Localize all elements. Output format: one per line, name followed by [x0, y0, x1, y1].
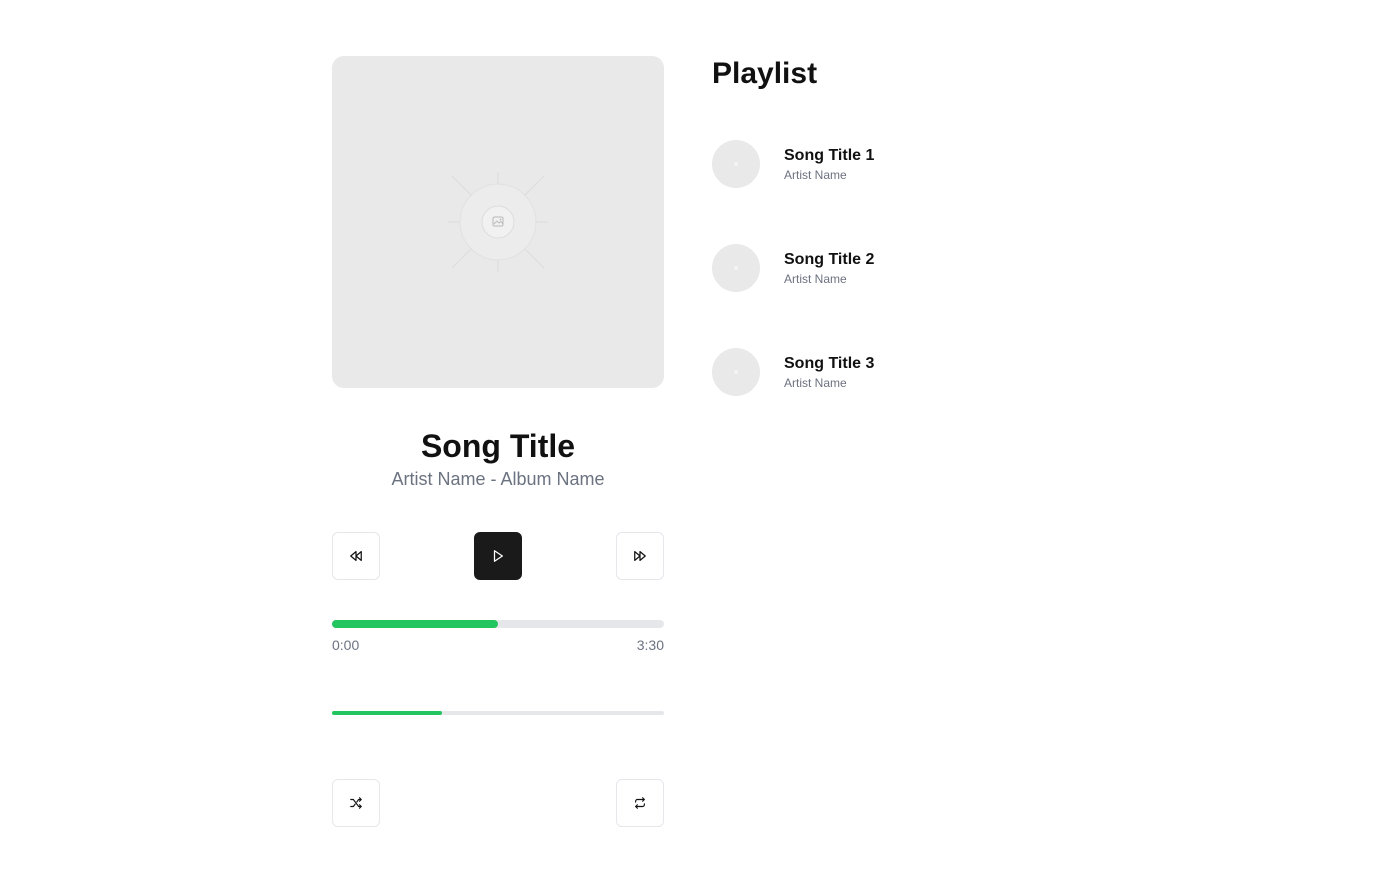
time-labels: 0:00 3:30: [332, 637, 664, 653]
now-playing-subtitle: Artist Name - Album Name: [391, 469, 605, 489]
playlist-title: Playlist: [712, 57, 818, 90]
track-thumbnail: [712, 348, 760, 396]
playback-controls: [332, 532, 664, 580]
now-playing-title: Song Title: [420, 428, 576, 464]
track-thumbnail: [712, 244, 760, 292]
track-artist: Artist Name: [784, 271, 847, 286]
track-title: Song Title 2: [784, 250, 875, 268]
rewind-icon: [350, 551, 362, 561]
shuffle-button[interactable]: [332, 779, 380, 827]
track-title: Song Title 1: [784, 146, 875, 164]
track-artist: Artist Name: [784, 167, 847, 182]
repeat-button[interactable]: [616, 779, 664, 827]
progress-section: 0:00 3:30: [332, 620, 664, 653]
track-artist: Artist Name: [784, 375, 847, 390]
fast-forward-icon: [634, 551, 646, 561]
play-button[interactable]: [474, 532, 522, 580]
progress-fill: [332, 620, 498, 628]
volume-slider[interactable]: [332, 711, 664, 715]
track-thumbnail: [712, 140, 760, 188]
progress-bar[interactable]: [332, 620, 664, 628]
playlist-items: Song Title 1 Artist Name Song Title 2 Ar…: [712, 140, 1112, 396]
playlist-item[interactable]: Song Title 3 Artist Name: [712, 348, 1112, 396]
playlist-panel: Playlist Song Title 1 Artist Name Song T…: [712, 56, 1112, 452]
total-time: 3:30: [636, 637, 664, 653]
previous-button[interactable]: [332, 532, 380, 580]
album-artwork: [332, 56, 664, 388]
next-button[interactable]: [616, 532, 664, 580]
playlist-item[interactable]: Song Title 1 Artist Name: [712, 140, 1112, 188]
player-panel: Song Title Artist Name - Album Name 0:00…: [332, 56, 664, 827]
track-title: Song Title 3: [784, 354, 875, 372]
current-time: 0:00: [332, 637, 360, 653]
shuffle-icon: [350, 797, 362, 809]
repeat-icon: [635, 797, 645, 809]
extra-controls: [332, 779, 664, 827]
volume-fill: [332, 711, 442, 715]
playlist-item[interactable]: Song Title 2 Artist Name: [712, 244, 1112, 292]
play-icon: [493, 550, 503, 562]
image-placeholder-icon: [448, 172, 548, 272]
volume-section: [332, 711, 664, 715]
